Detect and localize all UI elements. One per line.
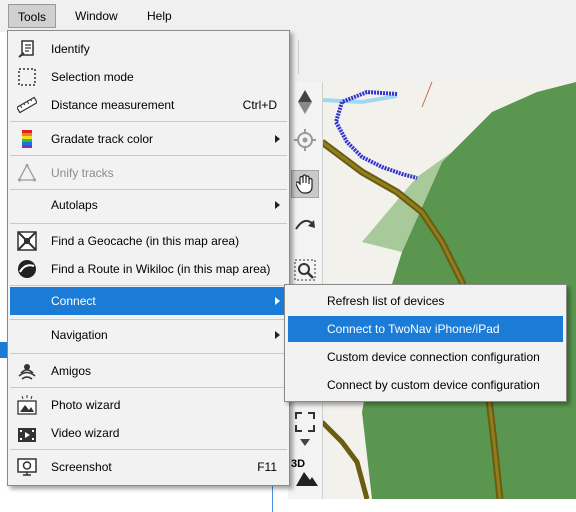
menu-item-label: Connect bbox=[51, 294, 96, 308]
hand-icon bbox=[296, 174, 313, 194]
crosshair-icon bbox=[294, 129, 316, 151]
unify-icon bbox=[17, 163, 37, 182]
contour-line bbox=[421, 82, 433, 108]
menu-item-identify[interactable]: Identify bbox=[10, 35, 287, 63]
rotate-icon bbox=[295, 219, 315, 230]
menu-separator bbox=[10, 155, 287, 156]
geocache-icon bbox=[17, 231, 37, 251]
zoom-area-icon bbox=[294, 259, 316, 281]
menu-separator bbox=[10, 285, 287, 286]
wikiloc-icon bbox=[18, 260, 36, 278]
menu-item-label: Autolaps bbox=[51, 198, 98, 212]
submenu-arrow-icon bbox=[275, 297, 280, 305]
menu-item-video-wizard[interactable]: Video wizard bbox=[10, 419, 287, 447]
menu-separator bbox=[10, 319, 287, 320]
submenu-item-refresh-devices[interactable]: Refresh list of devices bbox=[288, 288, 563, 314]
menu-item-navigation[interactable]: Navigation bbox=[10, 321, 287, 349]
submenu-item-label: Custom device connection configuration bbox=[327, 350, 540, 364]
photo-icon bbox=[17, 395, 37, 415]
menu-item-selection-mode[interactable]: Selection mode bbox=[10, 63, 287, 91]
amigos-icon bbox=[18, 364, 36, 380]
view-3d-label: 3D bbox=[291, 458, 306, 470]
menu-item-label: Unify tracks bbox=[51, 166, 114, 180]
pan-tool-button[interactable] bbox=[291, 170, 319, 198]
menu-item-label: Navigation bbox=[51, 328, 108, 342]
selection-icon bbox=[18, 68, 36, 86]
menu-item-distance-measurement[interactable]: Distance measurement Ctrl+D bbox=[10, 91, 287, 119]
zoom-area-button[interactable] bbox=[291, 256, 319, 284]
menu-item-label: Gradate track color bbox=[51, 132, 154, 146]
menu-item-label: Amigos bbox=[51, 364, 92, 378]
gradient-icon bbox=[22, 130, 32, 148]
tools-menu: Identify Selection mode Distance measure… bbox=[7, 30, 290, 486]
menu-item-connect[interactable]: Connect bbox=[10, 287, 287, 315]
menu-item-label: Find a Route in Wikiloc (in this map are… bbox=[51, 262, 271, 276]
view-3d-button[interactable]: 3D bbox=[291, 458, 319, 486]
menu-item-amigos[interactable]: Amigos bbox=[10, 357, 287, 385]
toolbar-separator bbox=[298, 40, 299, 74]
menu-item-label: Screenshot bbox=[51, 460, 112, 474]
menu-separator bbox=[10, 353, 287, 354]
north-arrow-icon bbox=[298, 90, 312, 114]
menu-help[interactable]: Help bbox=[138, 4, 181, 28]
menu-item-label: Video wizard bbox=[51, 426, 120, 440]
side-road bbox=[322, 420, 370, 499]
ruler-icon bbox=[17, 96, 37, 114]
menu-tools[interactable]: Tools bbox=[8, 4, 57, 28]
mountain-icon bbox=[296, 472, 318, 486]
rotate-button[interactable] bbox=[291, 210, 319, 238]
menu-item-shortcut: F11 bbox=[257, 460, 277, 474]
expand-icon bbox=[295, 412, 315, 432]
menu-item-label: Identify bbox=[51, 42, 90, 56]
submenu-item-label: Connect to TwoNav iPhone/iPad bbox=[327, 322, 500, 336]
menu-separator bbox=[10, 121, 287, 122]
menu-item-shortcut: Ctrl+D bbox=[242, 98, 277, 112]
menu-item-label: Photo wizard bbox=[51, 398, 121, 412]
menu-separator bbox=[10, 387, 287, 388]
submenu-item-label: Connect by custom device configuration bbox=[327, 378, 540, 392]
menu-item-find-geocache[interactable]: Find a Geocache (in this map area) bbox=[10, 227, 287, 255]
menu-item-gradate-track-color[interactable]: Gradate track color bbox=[10, 125, 287, 153]
river bbox=[322, 94, 398, 105]
scroll-down-button[interactable] bbox=[291, 432, 319, 454]
menu-item-screenshot[interactable]: Screenshot F11 bbox=[10, 453, 287, 481]
menu-item-label: Find a Geocache (in this map area) bbox=[51, 234, 240, 248]
main-toolbar bbox=[290, 32, 576, 83]
chevron-down-icon bbox=[300, 439, 310, 446]
submenu-arrow-icon bbox=[275, 135, 280, 143]
submenu-item-connect-custom[interactable]: Connect by custom device configuration bbox=[288, 372, 563, 398]
north-arrow-button[interactable] bbox=[291, 88, 319, 116]
submenu-arrow-icon bbox=[275, 331, 280, 339]
menu-item-photo-wizard[interactable]: Photo wizard bbox=[10, 391, 287, 419]
menu-item-label: Selection mode bbox=[51, 70, 134, 84]
menu-separator bbox=[10, 223, 287, 224]
menu-window[interactable]: Window bbox=[66, 4, 127, 28]
submenu-item-custom-device-config[interactable]: Custom device connection configuration bbox=[288, 344, 563, 370]
submenu-item-label: Refresh list of devices bbox=[327, 294, 445, 308]
video-icon bbox=[18, 428, 36, 442]
menu-separator bbox=[10, 449, 287, 450]
submenu-item-connect-twonav[interactable]: Connect to TwoNav iPhone/iPad bbox=[288, 316, 563, 342]
screenshot-icon bbox=[17, 458, 37, 476]
menu-item-find-route-wikiloc[interactable]: Find a Route in Wikiloc (in this map are… bbox=[10, 255, 287, 283]
menu-bar: Tools Window Help bbox=[0, 0, 576, 32]
menu-item-label: Distance measurement bbox=[51, 98, 175, 112]
submenu-arrow-icon bbox=[275, 201, 280, 209]
menu-separator bbox=[10, 189, 287, 190]
connect-submenu: Refresh list of devices Connect to TwoNa… bbox=[284, 284, 567, 402]
identify-icon bbox=[18, 40, 34, 58]
locate-button[interactable] bbox=[291, 126, 319, 154]
menu-item-unify-tracks: Unify tracks bbox=[10, 159, 287, 187]
menu-item-autolaps[interactable]: Autolaps bbox=[10, 191, 287, 219]
